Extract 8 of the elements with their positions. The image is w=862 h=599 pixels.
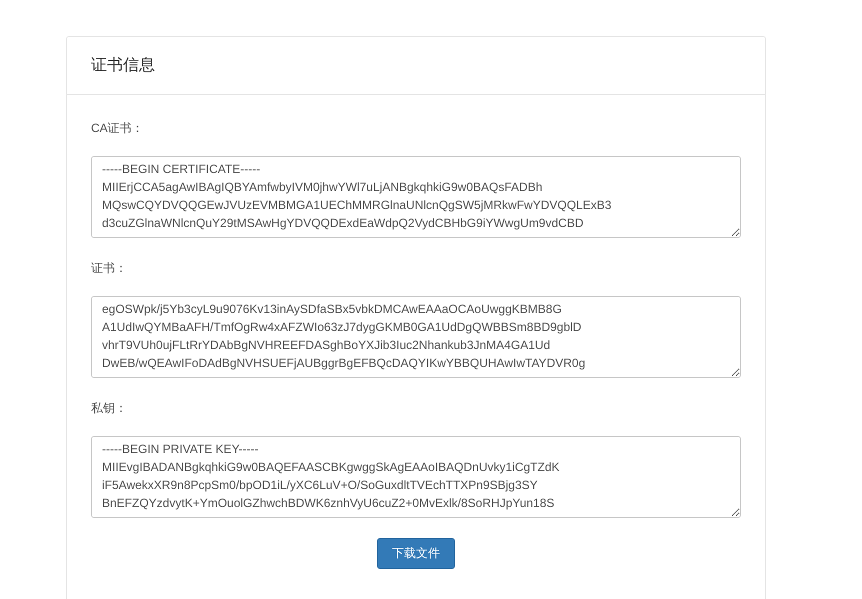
- text-area[interactable]: -----BEGIN CERTIFICATE----- MIIErjCCA5agAwIBAgIQBYAmfwbyIVM0jhwYWl7uLjANBgkqhkiG9w0BAQsFADBh MQswCQYDVQQGEwJVUzEVMBMGA1UEChMMRGlnaUNlcnQgSW5jMRkwFwYDVQQLExB3 d3cuZGlnaWNlcnQuY29tMSAwHgYDVQQDExdEaWdpQ2VydCBHbG9iYWwgUm9vdCBD: [91, 156, 741, 238]
- field-label: CA证书：: [91, 120, 145, 136]
- field-label: 证书：: [91, 260, 128, 276]
- panel-title: 证书信息: [91, 56, 155, 76]
- download-button[interactable]: 下载文件: [377, 538, 455, 569]
- text-area[interactable]: egOSWpk/j5Yb3cyL9u9076Kv13inAySDfaSBx5vbkDMCAwEAAaOCAoUwggKBMB8G A1UdIwQYMBaAFH/TmfOgRw4xAFZWIo63zJ7dygGKMB0GA1UdDgQWBBSm8BD9gblD vhrT9VUh0ujFLtRrYDAbBgNVHREEFDASghBoYXJib3Iuc2Nhankub3JnMA4GA1Ud DwEB/wQEAwIFoDAdBgNVHSUEFjAUBggrBgEFBQcDAQYIKwYBBQUHAwIwTAYDVR0g: [91, 296, 741, 378]
- field-label: 私钥：: [91, 400, 128, 416]
- text-area[interactable]: -----BEGIN PRIVATE KEY----- MIIEvgIBADANBgkqhkiG9w0BAQEFAASCBKgwggSkAgEAAoIBAQDnUvky1iCgTZdK iF5AwekxXR9n8PcpSm0/bpOD1iL/yXC6LuV+O/SoGuxdltTVEchTTXPn9SBjg3SY BnEFZQYzdvytK+YmOuolGZhwchBDWK6znhVyU6cuZ2+0MvExlk/8SoRHJpYun18S: [91, 436, 741, 518]
